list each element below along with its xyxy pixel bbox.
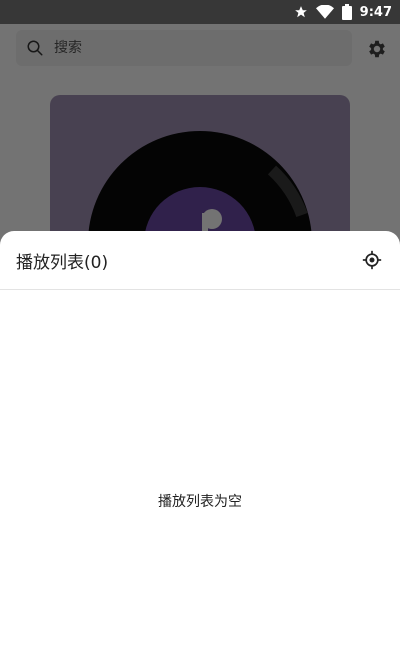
locate-button[interactable] <box>360 248 384 272</box>
locate-icon <box>362 250 382 270</box>
playlist-title: 播放列表(0) <box>16 252 109 273</box>
empty-playlist-message: 播放列表为空 <box>158 494 242 510</box>
status-bar: 9:47 <box>0 0 400 24</box>
status-time: 9:47 <box>359 4 392 20</box>
wifi-icon <box>315 5 334 19</box>
playlist-header: 播放列表(0) <box>0 231 400 290</box>
playlist-sheet: 播放列表(0) 播放列表为空 <box>0 231 400 661</box>
battery-icon <box>341 4 352 20</box>
star-icon <box>294 6 307 18</box>
